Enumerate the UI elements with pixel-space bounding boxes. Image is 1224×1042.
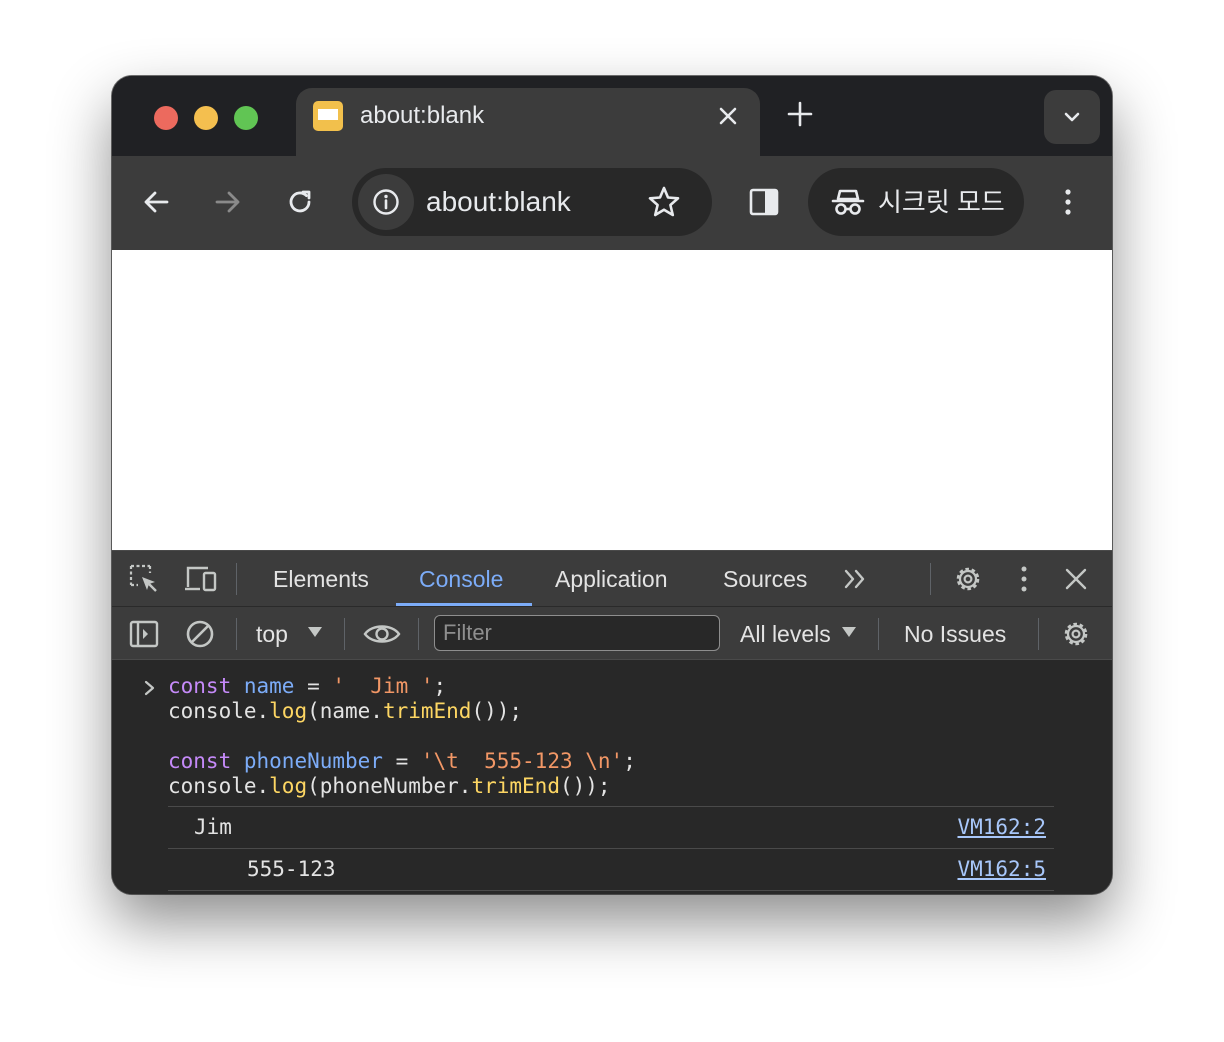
address-text: about:blank [426,186,571,217]
toolbar-divider [344,618,345,650]
back-icon[interactable] [138,184,174,220]
function-name: log [269,699,308,723]
string-literal: ' Jim ' [332,674,434,698]
tab-application[interactable]: Application [555,565,668,593]
code-line: console.log(phoneNumber.trimEnd()); [168,774,611,799]
incognito-label: 시크릿 모드 [878,187,1005,217]
more-tabs-icon[interactable] [842,565,870,593]
browser-window: about:blank about:blank 시크릿 모드 Elements … [112,76,1112,894]
log-levels-selector[interactable]: All levels [740,620,831,648]
punctuation: ()); [559,774,611,798]
site-info-button[interactable] [358,174,414,230]
keyword: const [168,749,232,773]
incognito-indicator[interactable]: 시크릿 모드 [808,168,1024,236]
console-panel: const name = ' Jim '; console.log(name.t… [112,660,1112,894]
argument: (phoneNumber. [307,774,472,798]
function-name: trimEnd [382,699,472,723]
page-content [112,250,1112,550]
close-devtools-icon[interactable] [1062,565,1090,593]
filter-input-box[interactable] [434,615,720,651]
message-divider [168,848,1054,849]
incognito-icon [830,184,866,220]
function-name: trimEnd [471,774,560,798]
bookmark-star-icon[interactable] [646,184,682,220]
punctuation: ()); [471,699,523,723]
levels-dropdown-icon[interactable] [840,625,858,639]
tab-strip: about:blank [112,76,1112,156]
minimize-window-button[interactable] [194,106,218,130]
console-settings-gear-icon[interactable] [1060,618,1092,650]
punctuation: ; [433,674,447,698]
issues-counter[interactable]: No Issues [904,620,1006,648]
context-selector[interactable]: top [256,620,288,648]
reload-icon[interactable] [282,184,318,220]
code-line: const name = ' Jim '; [168,674,446,699]
operator: = [382,749,421,773]
message-divider [168,806,1054,807]
operator: = [294,674,333,698]
address-bar[interactable]: about:blank [352,168,712,236]
filter-input[interactable] [435,616,719,650]
new-tab-icon[interactable] [784,98,816,130]
string-literal: '\t 555-123 \n' [420,749,624,773]
tab-search-button[interactable] [1044,90,1100,144]
info-icon [372,188,400,216]
source-link[interactable]: VM162:2 [957,815,1046,840]
code-line: const phoneNumber = '\t 555-123 \n'; [168,749,636,774]
argument: (name. [307,699,383,723]
toolbar-divider [1038,618,1039,650]
zoom-window-button[interactable] [234,106,258,130]
toolbar-divider [418,618,419,650]
tab-sources[interactable]: Sources [723,565,807,593]
close-tab-icon[interactable] [716,104,740,128]
variable: phoneNumber [243,749,383,773]
tab-title: about:blank [360,102,485,129]
prompt-chevron-icon [142,678,158,698]
customize-menu-icon[interactable] [1008,563,1040,595]
clear-console-icon[interactable] [184,618,216,650]
toolbar-divider [930,563,931,595]
more-menu-icon[interactable] [1052,186,1084,218]
toolbar: about:blank 시크릿 모드 [112,156,1112,250]
live-expression-eye-icon[interactable] [362,618,402,650]
punctuation: ; [623,749,636,773]
forward-icon[interactable] [210,184,246,220]
settings-gear-icon[interactable] [952,563,984,595]
code-line: console.log(name.trimEnd()); [168,699,522,724]
device-toolbar-icon[interactable] [184,563,218,595]
variable: name [243,674,295,698]
console-toolbar: top All levels No Issues [112,606,1112,660]
tab-elements[interactable]: Elements [273,565,369,593]
inspect-element-icon[interactable] [128,563,160,595]
sidebar-toggle-icon[interactable] [128,618,160,650]
toolbar-divider [878,618,879,650]
object-ref: console. [168,699,270,723]
console-output: 555-123 [247,857,336,881]
tab-about-blank[interactable]: about:blank [296,88,760,156]
chevron-down-icon [1060,105,1084,129]
context-dropdown-icon[interactable] [306,625,324,639]
keyword: const [168,674,232,698]
source-link[interactable]: VM162:5 [957,857,1046,882]
close-window-button[interactable] [154,106,178,130]
tab-console[interactable]: Console [419,565,503,593]
page-favicon-icon [312,100,344,132]
side-panel-icon[interactable] [748,186,780,218]
console-output: Jim [194,815,232,839]
devtools-tab-bar: Elements Console Application Sources [112,550,1112,606]
message-divider [168,890,1054,891]
toolbar-divider [236,618,237,650]
toolbar-divider [236,563,237,595]
function-name: log [269,774,308,798]
object-ref: console. [168,774,270,798]
